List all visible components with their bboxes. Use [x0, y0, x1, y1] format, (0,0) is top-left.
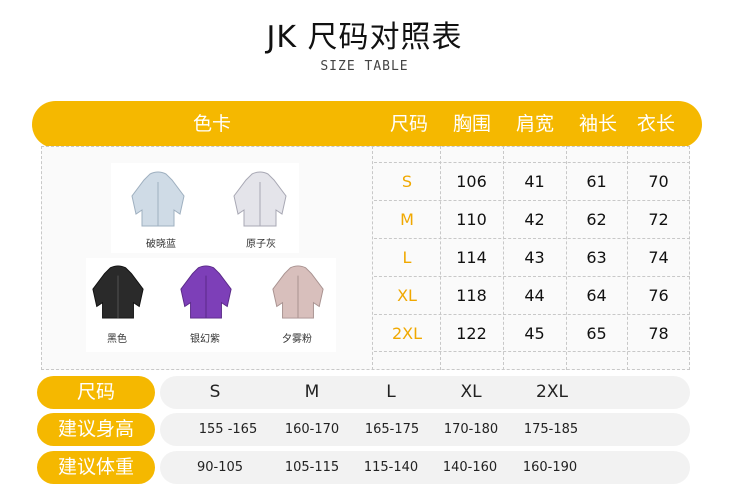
header-color-card: 色卡 [192, 113, 231, 135]
recommend-size-value: 2XL [536, 382, 568, 402]
page-subtitle: SIZE TABLE [320, 59, 409, 74]
jacket-pink-image [272, 265, 324, 319]
header-chest: 胸围 [452, 113, 491, 135]
page-title: JK 尺码对照表 [266, 20, 463, 55]
recommend-weight-value: 115-140 [363, 460, 419, 475]
size-cell: 2XL [391, 324, 423, 343]
header-sleeve: 袖长 [578, 113, 617, 135]
recommend-weight-value: 160-190 [522, 460, 578, 475]
header-size: 尺码 [389, 113, 428, 135]
table-row: XL 118 44 64 76 [374, 276, 690, 314]
recommend-height-value: 175-185 [523, 422, 579, 437]
recommend-weight-value: 105-115 [284, 460, 340, 475]
table-header-bar: 色卡 尺码 胸围 肩宽 袖长 衣长 [32, 101, 702, 148]
recommend-weight-row: 90-105 105-115 115-140 140-160 160-190 [160, 451, 690, 484]
recommend-weight-value: 90-105 [196, 460, 244, 475]
length-cell: 72 [648, 210, 669, 229]
recommend-weight-label: 建议体重 [37, 451, 155, 484]
jacket-black-image [92, 265, 144, 319]
sleeve-cell: 61 [586, 172, 607, 191]
header-shoulder: 肩宽 [515, 113, 554, 135]
chest-cell: 118 [456, 286, 487, 305]
jacket-blue-image [131, 171, 185, 227]
sleeve-cell: 65 [586, 324, 607, 343]
size-cell: L [402, 248, 412, 267]
shoulder-cell: 41 [524, 172, 545, 191]
table-row: L 114 43 63 74 [374, 238, 690, 276]
recommend-height-value: 155 -165 [198, 422, 258, 437]
jacket-grey-image [233, 171, 287, 227]
shoulder-cell: 42 [524, 210, 545, 229]
color-name-blue: 破晓蓝 [146, 239, 176, 250]
header-length: 衣长 [636, 113, 675, 135]
table-row: S 106 41 61 70 [374, 162, 690, 200]
sleeve-cell: 63 [586, 248, 607, 267]
recommend-height-row: 155 -165 160-170 165-175 170-180 175-185 [160, 413, 690, 446]
color-name-black: 黑色 [107, 334, 127, 345]
table-row: 2XL 122 45 65 78 [374, 314, 690, 352]
size-cell: S [401, 172, 413, 191]
chest-cell: 106 [456, 172, 487, 191]
shoulder-cell: 45 [524, 324, 545, 343]
sleeve-cell: 62 [586, 210, 607, 229]
color-name-grey: 原子灰 [246, 239, 276, 250]
chest-cell: 122 [456, 324, 487, 343]
length-cell: 76 [648, 286, 669, 305]
recommend-size-label: 尺码 [37, 376, 155, 409]
shoulder-cell: 44 [524, 286, 545, 305]
color-name-purple: 银幻紫 [190, 334, 220, 345]
length-cell: 74 [648, 248, 669, 267]
size-cell: XL [397, 286, 417, 305]
recommend-height-value: 165-175 [364, 422, 420, 437]
recommend-size-value: XL [460, 382, 482, 402]
recommend-size-value: S [209, 382, 221, 402]
size-cell: M [400, 210, 414, 229]
shoulder-cell: 43 [524, 248, 545, 267]
recommend-size-row: S M L XL 2XL [160, 376, 690, 409]
recommend-size-value: M [304, 382, 320, 402]
recommend-weight-value: 140-160 [442, 460, 498, 475]
chest-cell: 110 [456, 210, 487, 229]
length-cell: 70 [648, 172, 669, 191]
sleeve-cell: 64 [586, 286, 607, 305]
table-row: M 110 42 62 72 [374, 200, 690, 238]
jacket-purple-image [180, 265, 232, 319]
color-name-pink: 夕雾粉 [282, 334, 312, 345]
recommend-height-value: 170-180 [443, 422, 499, 437]
chest-cell: 114 [456, 248, 487, 267]
length-cell: 78 [648, 324, 669, 343]
recommend-height-label: 建议身高 [37, 413, 155, 446]
recommend-size-value: L [386, 382, 396, 402]
recommend-height-value: 160-170 [284, 422, 340, 437]
